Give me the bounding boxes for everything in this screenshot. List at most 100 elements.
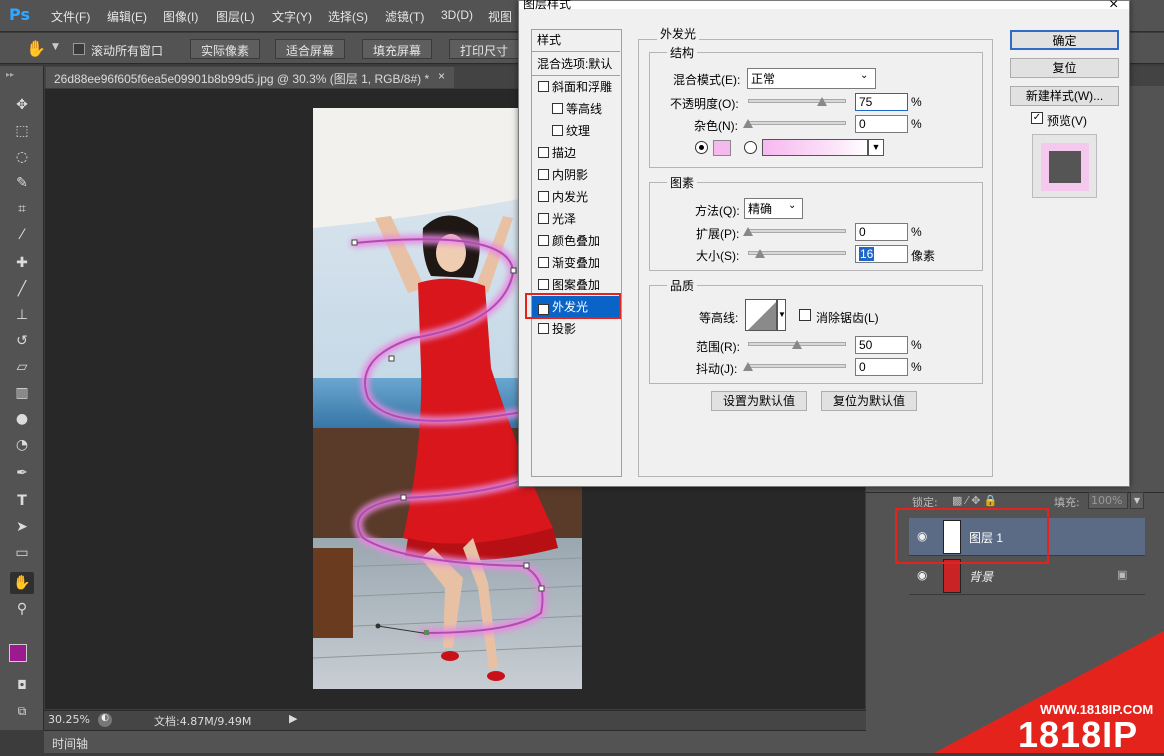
screen-mode-icon[interactable]: ⧉ [10, 700, 34, 722]
gradient-tool-icon[interactable]: ▥ [10, 382, 34, 404]
style-item-2[interactable]: 纹理 [532, 120, 620, 142]
jitter-slider-thumb[interactable] [743, 362, 753, 371]
print-size-button[interactable]: 打印尺寸 [449, 39, 520, 59]
menu-image[interactable]: 图像(I) [163, 8, 198, 25]
size-input[interactable]: 16 [855, 245, 908, 263]
fill-dropdown-icon[interactable]: ▼ [1130, 492, 1144, 509]
tool-preset-dropdown-icon[interactable]: ▼ [52, 42, 59, 52]
style-checkbox[interactable] [538, 279, 549, 290]
expand-toolbar-icon[interactable]: ▸▸ [6, 70, 14, 79]
hand-tool-icon[interactable]: ✋ [26, 39, 46, 58]
style-checkbox[interactable] [538, 81, 549, 92]
spread-slider[interactable] [748, 229, 846, 233]
style-item-1[interactable]: 等高线 [532, 98, 620, 120]
menu-view[interactable]: 视图 [488, 8, 512, 25]
lock-icons[interactable]: ▩ ⁄ ✥ 🔒 [952, 494, 998, 507]
opacity-input[interactable]: 75 [855, 93, 908, 111]
style-checkbox[interactable] [538, 257, 549, 268]
reset-default-button[interactable]: 复位为默认值 [821, 391, 917, 411]
fill-input[interactable]: 100% [1088, 492, 1128, 509]
status-info-icon[interactable]: ◐ [98, 713, 112, 727]
close-tab-icon[interactable]: × [438, 69, 445, 83]
gradient-dropdown-icon[interactable]: ▼ [868, 139, 884, 156]
style-checkbox[interactable] [538, 213, 549, 224]
healing-brush-tool-icon[interactable]: ✚ [10, 252, 34, 274]
quick-select-tool-icon[interactable]: ✎ [10, 172, 34, 194]
scroll-all-checkbox[interactable] [73, 43, 85, 55]
path-selection-tool-icon[interactable]: ➤ [10, 516, 34, 538]
style-checkbox[interactable] [538, 169, 549, 180]
preview-checkbox[interactable]: ✓ [1031, 112, 1043, 124]
marquee-tool-icon[interactable]: ⬚ [10, 120, 34, 142]
hand-tool-selected-icon[interactable]: ✋ [10, 572, 34, 594]
noise-slider-thumb[interactable] [743, 119, 753, 128]
blur-tool-icon[interactable]: ● [10, 408, 34, 430]
glow-color-swatch[interactable] [713, 140, 731, 156]
zoom-tool-icon[interactable]: ⚲ [10, 598, 34, 620]
type-tool-icon[interactable]: T [10, 490, 34, 512]
eraser-tool-icon[interactable]: ▱ [10, 356, 34, 378]
opacity-slider[interactable] [748, 99, 846, 103]
spread-slider-thumb[interactable] [743, 227, 753, 236]
style-item-3[interactable]: 描边 [532, 142, 620, 164]
blend-options-item[interactable]: 混合选项:默认 [537, 55, 612, 72]
menu-filter[interactable]: 滤镜(T) [385, 8, 424, 25]
visibility-eye-icon[interactable]: ◉ [917, 568, 927, 582]
fill-screen-button[interactable]: 填充屏幕 [362, 39, 433, 59]
glow-gradient-picker[interactable] [762, 139, 868, 156]
spread-input[interactable]: 0 [855, 223, 908, 241]
style-item-0[interactable]: 斜面和浮雕 [532, 76, 620, 98]
style-checkbox[interactable] [552, 125, 563, 136]
size-slider-thumb[interactable] [755, 249, 765, 258]
style-checkbox[interactable] [538, 191, 549, 202]
rectangle-tool-icon[interactable]: ▭ [10, 542, 34, 564]
antialias-checkbox[interactable] [799, 309, 811, 321]
dodge-tool-icon[interactable]: ◔ [10, 434, 34, 456]
menu-layer[interactable]: 图层(L) [216, 8, 255, 25]
clone-stamp-tool-icon[interactable]: ⊥ [10, 304, 34, 326]
style-item-5[interactable]: 内发光 [532, 186, 620, 208]
range-slider-thumb[interactable] [792, 340, 802, 349]
styles-header[interactable]: 样式 [537, 31, 561, 48]
timeline-panel-tab[interactable]: 时间轴 [44, 730, 866, 753]
style-item-8[interactable]: 渐变叠加 [532, 252, 620, 274]
background-layer-name[interactable]: 背景 [969, 568, 993, 585]
foreground-color-swatch[interactable] [9, 644, 27, 662]
style-item-11[interactable]: 投影 [532, 318, 620, 340]
style-checkbox[interactable] [538, 235, 549, 246]
new-style-button[interactable]: 新建样式(W)... [1010, 86, 1119, 106]
quick-mask-icon[interactable]: ◘ [10, 674, 34, 696]
menu-select[interactable]: 选择(S) [328, 8, 368, 25]
menu-type[interactable]: 文字(Y) [272, 8, 312, 25]
jitter-input[interactable]: 0 [855, 358, 908, 376]
style-checkbox[interactable] [538, 147, 549, 158]
menu-edit[interactable]: 编辑(E) [107, 8, 147, 25]
style-checkbox[interactable] [538, 323, 549, 334]
noise-input[interactable]: 0 [855, 115, 908, 133]
jitter-slider[interactable] [748, 364, 846, 368]
noise-slider[interactable] [748, 121, 846, 125]
fit-screen-button[interactable]: 适合屏幕 [275, 39, 346, 59]
set-default-button[interactable]: 设置为默认值 [711, 391, 807, 411]
move-tool-icon[interactable]: ✥ [10, 94, 34, 116]
style-item-7[interactable]: 颜色叠加 [532, 230, 620, 252]
opacity-slider-thumb[interactable] [817, 97, 827, 106]
style-checkbox[interactable] [552, 103, 563, 114]
method-select[interactable]: 精确 ⌄ [744, 198, 803, 219]
history-brush-tool-icon[interactable]: ↺ [10, 330, 34, 352]
contour-dropdown-icon[interactable]: ▼ [777, 299, 786, 331]
ok-button[interactable]: 确定 [1010, 30, 1119, 50]
range-input[interactable]: 50 [855, 336, 908, 354]
brush-tool-icon[interactable]: ╱ [10, 278, 34, 300]
style-item-6[interactable]: 光泽 [532, 208, 620, 230]
dialog-close-icon[interactable]: × [1109, 0, 1118, 14]
blend-mode-select[interactable]: 正常 ⌄ [747, 68, 876, 89]
style-item-4[interactable]: 内阴影 [532, 164, 620, 186]
status-menu-arrow-icon[interactable]: ▶ [289, 712, 297, 725]
document-tab[interactable]: 26d88ee96f605f6ea5e09901b8b99d5.jpg @ 30… [46, 67, 454, 88]
gradient-radio[interactable] [744, 141, 757, 154]
menu-file[interactable]: 文件(F) [51, 8, 90, 25]
reset-button[interactable]: 复位 [1010, 58, 1119, 78]
actual-pixels-button[interactable]: 实际像素 [190, 39, 261, 59]
menu-3d[interactable]: 3D(D) [441, 8, 473, 22]
